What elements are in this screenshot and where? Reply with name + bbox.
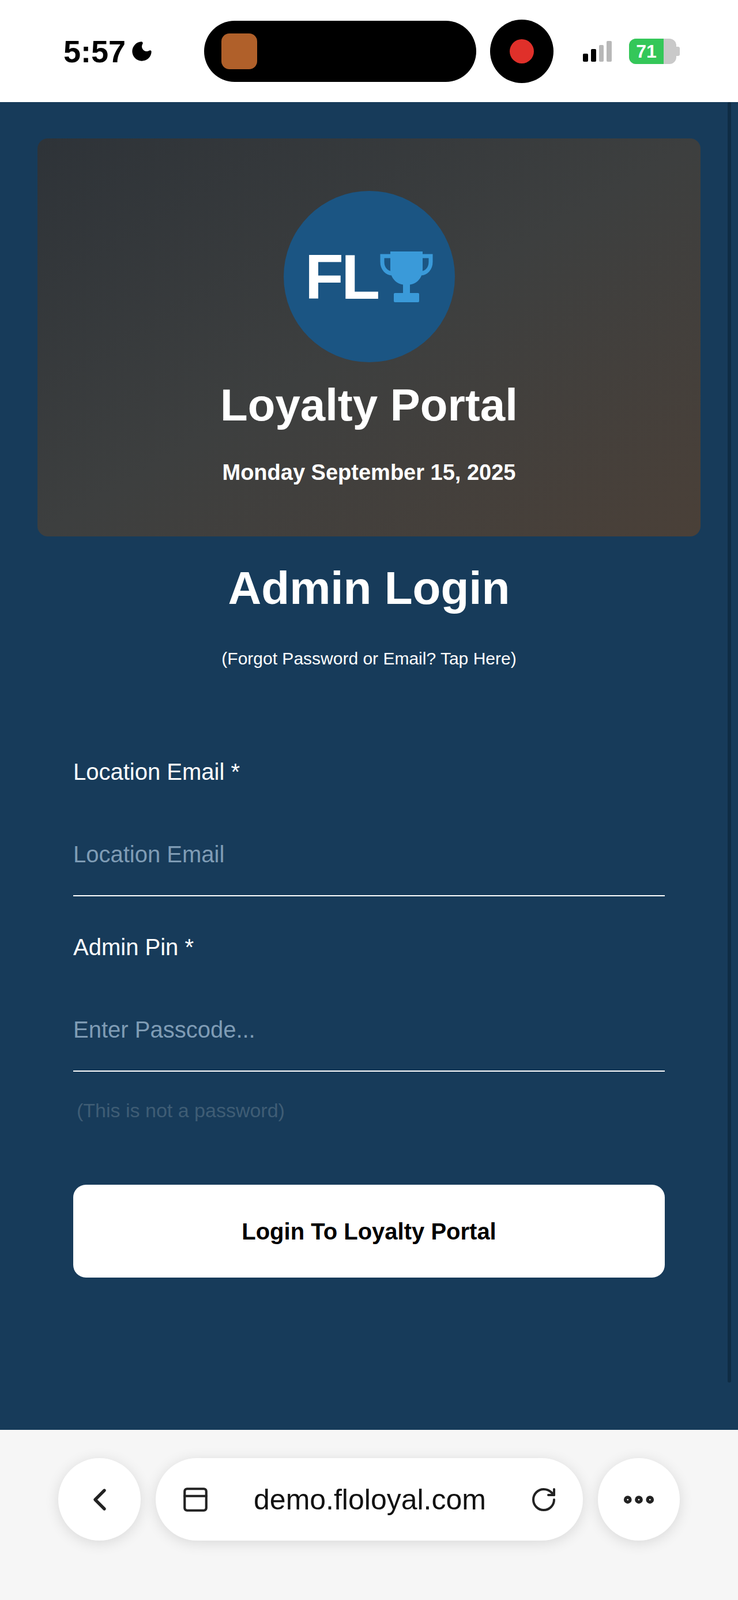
app: 5:57 71 FL Loyalty Portal Monday September 1… — [0, 0, 738, 1600]
trophy-icon — [379, 249, 433, 305]
app-thumbnail-icon — [221, 33, 258, 70]
back-icon — [81, 1480, 119, 1518]
login-form: Location Email * Admin Pin * (This is not … — [73, 668, 665, 1278]
url-text: demo.floloyal.com — [227, 1484, 513, 1514]
recording-indicator — [490, 19, 554, 84]
status-time-group: 5:57 — [63, 35, 159, 67]
field-hint: (This is not a password) — [73, 1098, 665, 1122]
field-input[interactable] — [73, 988, 665, 1072]
browser-toolbar: demo.floloyal.com — [0, 1429, 738, 1600]
form-field: Admin Pin * (This is not a password) — [73, 932, 665, 1122]
more-button[interactable] — [597, 1457, 680, 1540]
logo: FL — [283, 190, 455, 363]
page: FL Loyalty Portal Monday September 15, 202… — [0, 102, 738, 1430]
field-label: Admin Pin * — [73, 932, 665, 961]
battery-level: 71 — [635, 42, 657, 61]
login-heading: Admin Login — [228, 560, 511, 616]
logo-text: FL — [305, 245, 378, 309]
scrollbar — [727, 102, 732, 1383]
moon-icon — [130, 39, 154, 63]
login-button[interactable]: Login To Loyalty Portal — [73, 1184, 665, 1278]
tabs-icon[interactable] — [181, 1484, 210, 1514]
field-input[interactable] — [73, 812, 665, 896]
hero-date: Monday September 15, 2025 — [222, 458, 517, 486]
more-icon — [619, 1480, 658, 1519]
status-time: 5:57 — [63, 35, 126, 67]
status-bar: 5:57 71 — [0, 0, 738, 103]
reload-icon[interactable] — [529, 1485, 558, 1513]
battery-icon: 71 — [629, 38, 682, 64]
dynamic-island — [204, 20, 477, 82]
signal-icon — [582, 40, 612, 62]
address-bar[interactable]: demo.floloyal.com — [155, 1457, 583, 1540]
hero-card: FL Loyalty Portal Monday September 15, 202… — [37, 138, 701, 537]
back-button[interactable] — [58, 1457, 141, 1540]
record-dot-icon — [509, 39, 534, 64]
field-label: Location Email * — [73, 757, 665, 786]
forgot-link[interactable]: (Forgot Password or Email? Tap Here) — [221, 648, 517, 669]
hero-title: Loyalty Portal — [220, 377, 518, 432]
form-field: Location Email * — [73, 757, 665, 896]
